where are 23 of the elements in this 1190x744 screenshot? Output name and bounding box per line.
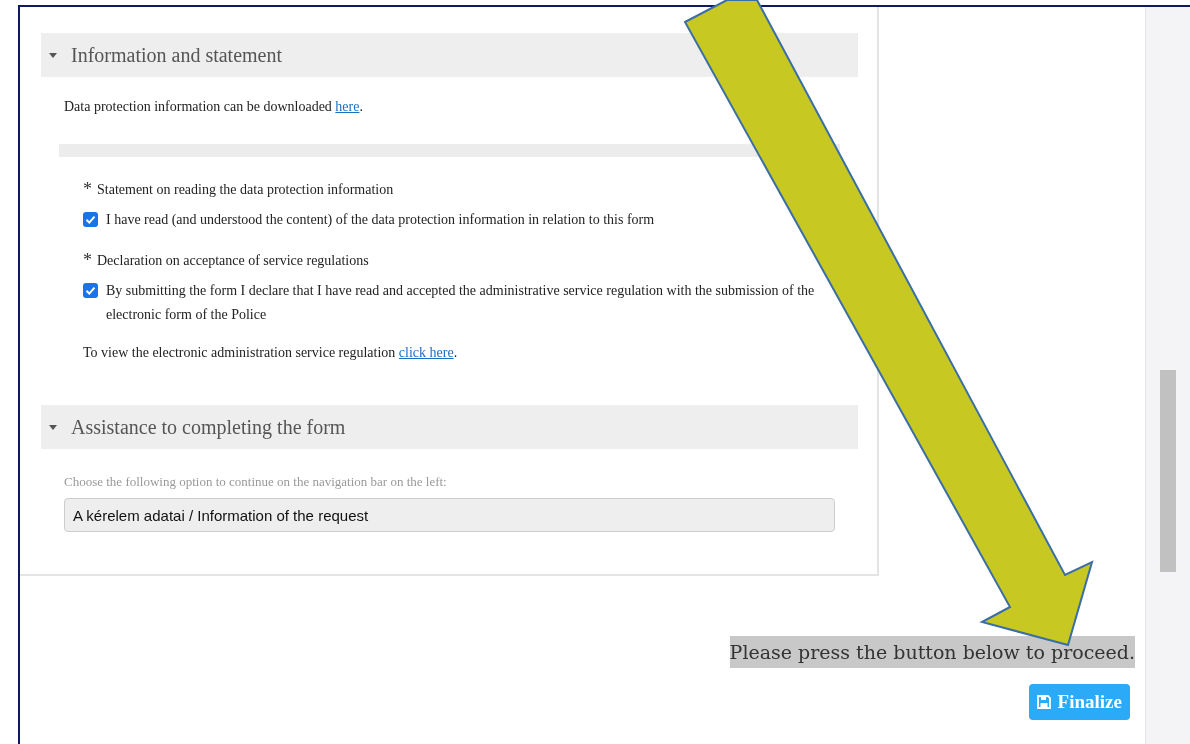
link[interactable]: click here	[398, 345, 454, 360]
save-icon	[1036, 695, 1051, 709]
info-text: To view the electronic administration service regulation click here.	[83, 345, 459, 361]
section-header[interactable]: Assistance to completing the form	[41, 405, 858, 449]
required-mark: *	[83, 250, 92, 271]
required-mark: *	[83, 179, 92, 200]
caret-icon	[49, 424, 57, 430]
scrollbar-thumb[interactable]	[1160, 370, 1176, 572]
checkbox[interactable]	[83, 212, 98, 227]
section-title: Assistance to completing the form	[71, 415, 346, 439]
instruction-text: Please press the button below to proceed.	[729, 636, 1135, 668]
checkbox-label: By submitting the form I declare that I have read and accepted the administrative service regulation with the submission of the electronic form of the Police	[106, 282, 816, 324]
caret-icon	[49, 52, 57, 58]
select-field[interactable]: A kérelem adatai / Information of the request	[64, 498, 835, 532]
section-title: Information and statement	[71, 43, 283, 67]
field-label: Declaration on acceptance of service regulations	[97, 252, 369, 269]
info-text: Data protection information can be downloaded here.	[64, 99, 364, 115]
checkbox[interactable]	[83, 283, 98, 298]
checkbox-label: I have read (and understood the content) of the data protection information in relation to this form	[106, 211, 655, 229]
field-label: Statement on reading the data protection information	[97, 181, 394, 198]
hint-text: Choose the following option to continue on the navigation bar on the left:	[64, 474, 448, 490]
section-header[interactable]: Information and statement	[41, 33, 858, 77]
scrollbar[interactable]	[1145, 7, 1190, 744]
